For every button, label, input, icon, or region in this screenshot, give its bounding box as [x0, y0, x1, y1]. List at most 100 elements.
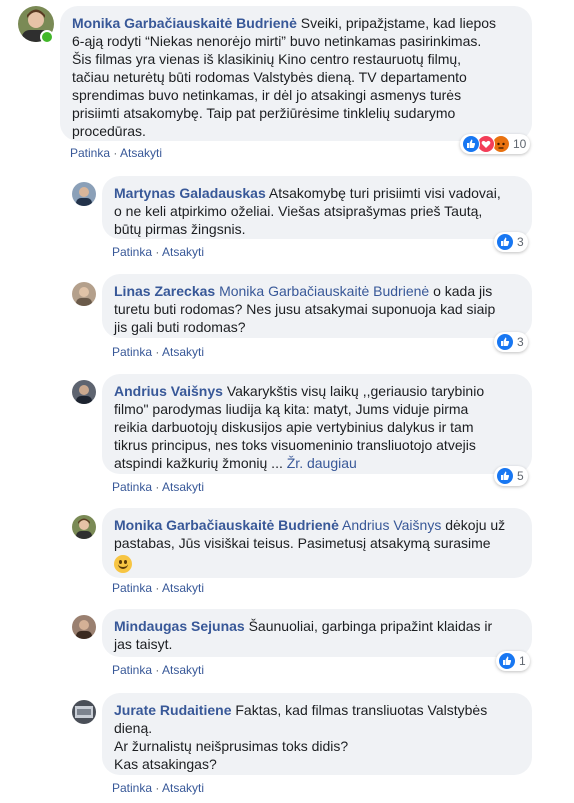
- avatar[interactable]: [72, 700, 96, 724]
- comment-text-line: būtų pirmas žingsnis.: [114, 221, 246, 237]
- like-icon: [496, 333, 514, 351]
- mention-link[interactable]: Monika Garbačiauskaitė Budrienė: [219, 283, 429, 299]
- comment-text-line: reikia darbuotojų diskusijos apie vertyb…: [114, 419, 474, 435]
- comment-bubble: Andrius Vaišnys Vakarykštis visų laikų ,…: [102, 374, 532, 474]
- reply: Martynas Galadauskas Atsakomybę turi pri…: [0, 170, 574, 270]
- comment-actions: Patinka · Atsakyti: [112, 581, 204, 595]
- reply-link[interactable]: Atsakyti: [162, 245, 204, 259]
- comment-author[interactable]: Linas Zareckas: [114, 283, 215, 299]
- comment-text-line: tačiau neturėtų būti rodomas Valstybės d…: [72, 69, 467, 85]
- like-icon: [498, 652, 516, 670]
- like-icon: [462, 135, 480, 153]
- comment-author[interactable]: Monika Garbačiauskaitė Budrienė: [72, 15, 297, 31]
- separator: ·: [152, 245, 163, 259]
- reaction-count: 5: [517, 469, 524, 483]
- like-link[interactable]: Patinka: [112, 781, 152, 795]
- comment-text-line: o ne keli atpirkimo oželiai. Viešas atsi…: [114, 203, 483, 219]
- comment-bubble: Mindaugas Sejunas Šaunuoliai, garbinga p…: [102, 609, 532, 657]
- reply: Linas Zareckas Monika Garbačiauskaitė Bu…: [0, 270, 574, 370]
- comment-text-line: procedūras.: [72, 123, 146, 139]
- comment-author[interactable]: Martynas Galadauskas: [114, 185, 266, 201]
- comment-text-line: pastabas, Jūs visiškai teisus. Pasimetus…: [114, 535, 491, 551]
- avatar[interactable]: [72, 515, 96, 539]
- reply-link[interactable]: Atsakyti: [162, 581, 204, 595]
- like-link[interactable]: Patinka: [112, 245, 152, 259]
- reaction-count: 10: [513, 137, 527, 151]
- comment-author[interactable]: Monika Garbačiauskaitė Budrienė: [114, 517, 339, 533]
- reaction-summary[interactable]: 3: [494, 232, 528, 252]
- avatar[interactable]: [72, 615, 96, 639]
- comment-actions: Patinka · Atsakyti: [112, 781, 204, 795]
- like-icon: [496, 467, 514, 485]
- reply-link[interactable]: Atsakyti: [162, 480, 204, 494]
- like-link[interactable]: Patinka: [70, 146, 110, 160]
- comment-author[interactable]: Andrius Vaišnys: [114, 383, 223, 399]
- like-link[interactable]: Patinka: [112, 663, 152, 677]
- smile-emoji-icon: [114, 555, 520, 574]
- reply: Andrius Vaišnys Vakarykštis visų laikų ,…: [0, 370, 574, 505]
- reply-link[interactable]: Atsakyti: [162, 663, 204, 677]
- comment-text-line: sprendimas buvo netinkamas, ir dėl jo at…: [72, 87, 462, 103]
- separator: ·: [152, 663, 163, 677]
- avatar[interactable]: [72, 380, 96, 404]
- reply-link[interactable]: Atsakyti: [120, 146, 162, 160]
- comment-text-line: 6-ąją rodyti “Niekas nenorėjo mirti” buv…: [72, 33, 482, 49]
- comment-text-line: jas taisyt.: [114, 636, 173, 652]
- reply-link[interactable]: Atsakyti: [162, 345, 204, 359]
- online-status-dot: [40, 30, 54, 44]
- comment-text-line: Šaunuoliai, garbinga pripažint klaidas i…: [248, 618, 493, 634]
- comment-text-line: Atsakomybę turi prisiimti visi vadovai,: [268, 185, 501, 201]
- comment-text-line: Sveiki, pripažįstame, kad liepos: [300, 15, 497, 31]
- reaction-count: 1: [519, 654, 526, 668]
- avatar[interactable]: [72, 282, 96, 306]
- reaction-summary[interactable]: 3: [494, 332, 528, 352]
- comment-bubble: Linas Zareckas Monika Garbačiauskaitė Bu…: [102, 274, 532, 338]
- reply: Mindaugas Sejunas Šaunuoliai, garbinga p…: [0, 605, 574, 690]
- separator: ·: [152, 781, 163, 795]
- separator: ·: [152, 581, 163, 595]
- comment-text-line: o kada jis: [433, 283, 493, 299]
- reply-link[interactable]: Atsakyti: [162, 781, 204, 795]
- separator: ·: [110, 146, 121, 160]
- like-link[interactable]: Patinka: [112, 480, 152, 494]
- comment-text-line: Šis filmas yra vienas iš klasikinių Kino…: [72, 51, 462, 67]
- separator: ·: [152, 345, 163, 359]
- mention-link[interactable]: Andrius Vaišnys: [342, 517, 441, 533]
- comment-text-line: jis gali buti rodomas?: [114, 319, 246, 335]
- comment: Monika Garbačiauskaitė Budrienė Sveiki, …: [0, 0, 574, 170]
- comment-actions: Patinka · Atsakyti: [112, 345, 204, 359]
- reaction-summary[interactable]: 5: [494, 466, 528, 486]
- comment-text-line: filmo" parodymas liudija ką kita: matyt,…: [114, 401, 469, 417]
- reaction-summary[interactable]: 1: [496, 651, 530, 671]
- avatar[interactable]: [72, 182, 96, 206]
- comment-text-line: dieną.: [114, 720, 153, 736]
- comment-bubble: Martynas Galadauskas Atsakomybę turi pri…: [102, 176, 532, 239]
- comment-text-line: prisiimti atsakomybę. Taip pat peržiūrės…: [72, 105, 456, 121]
- comment-bubble: Monika Garbačiauskaitė Budrienė Andrius …: [102, 508, 532, 578]
- comment-actions: Patinka · Atsakyti: [70, 146, 162, 160]
- comment-actions: Patinka · Atsakyti: [112, 480, 204, 494]
- reaction-summary[interactable]: 10: [460, 134, 531, 154]
- comment-text-line: Faktas, kad filmas transliuotas Valstybė…: [235, 702, 488, 718]
- like-icon: [496, 233, 514, 251]
- comment-text-line: dėkoju už: [445, 517, 506, 533]
- comment-text-line: tikrus principus, nes toks visuomeninio …: [114, 437, 476, 453]
- comment-text-line: turetu buti rodomas? Nes jusu atsakymai …: [114, 301, 496, 317]
- comment-text-line: Ar žurnalistų neišprusimas toks didis?: [114, 738, 349, 754]
- comment-bubble: Monika Garbačiauskaitė Budrienė Sveiki, …: [60, 6, 532, 141]
- reaction-count: 3: [517, 335, 524, 349]
- like-link[interactable]: Patinka: [112, 581, 152, 595]
- reply: Jurate Rudaitiene Faktas, kad filmas tra…: [0, 690, 574, 803]
- comment-text-line: atspindi kažkurių žmonių ...: [114, 455, 283, 471]
- comment-actions: Patinka · Atsakyti: [112, 663, 204, 677]
- reaction-count: 3: [517, 235, 524, 249]
- separator: ·: [152, 480, 163, 494]
- like-link[interactable]: Patinka: [112, 345, 152, 359]
- see-more-link[interactable]: Žr. daugiau: [287, 455, 357, 471]
- comment-author[interactable]: Jurate Rudaitiene: [114, 702, 231, 718]
- reply: Monika Garbačiauskaitė Budrienė Andrius …: [0, 505, 574, 605]
- comment-text-line: Kas atsakingas?: [114, 756, 217, 772]
- comment-author[interactable]: Mindaugas Sejunas: [114, 618, 245, 634]
- comment-text-line: Vakarykštis visų laikų ,,geriausio taryb…: [226, 383, 485, 399]
- comment-bubble: Jurate Rudaitiene Faktas, kad filmas tra…: [102, 693, 532, 775]
